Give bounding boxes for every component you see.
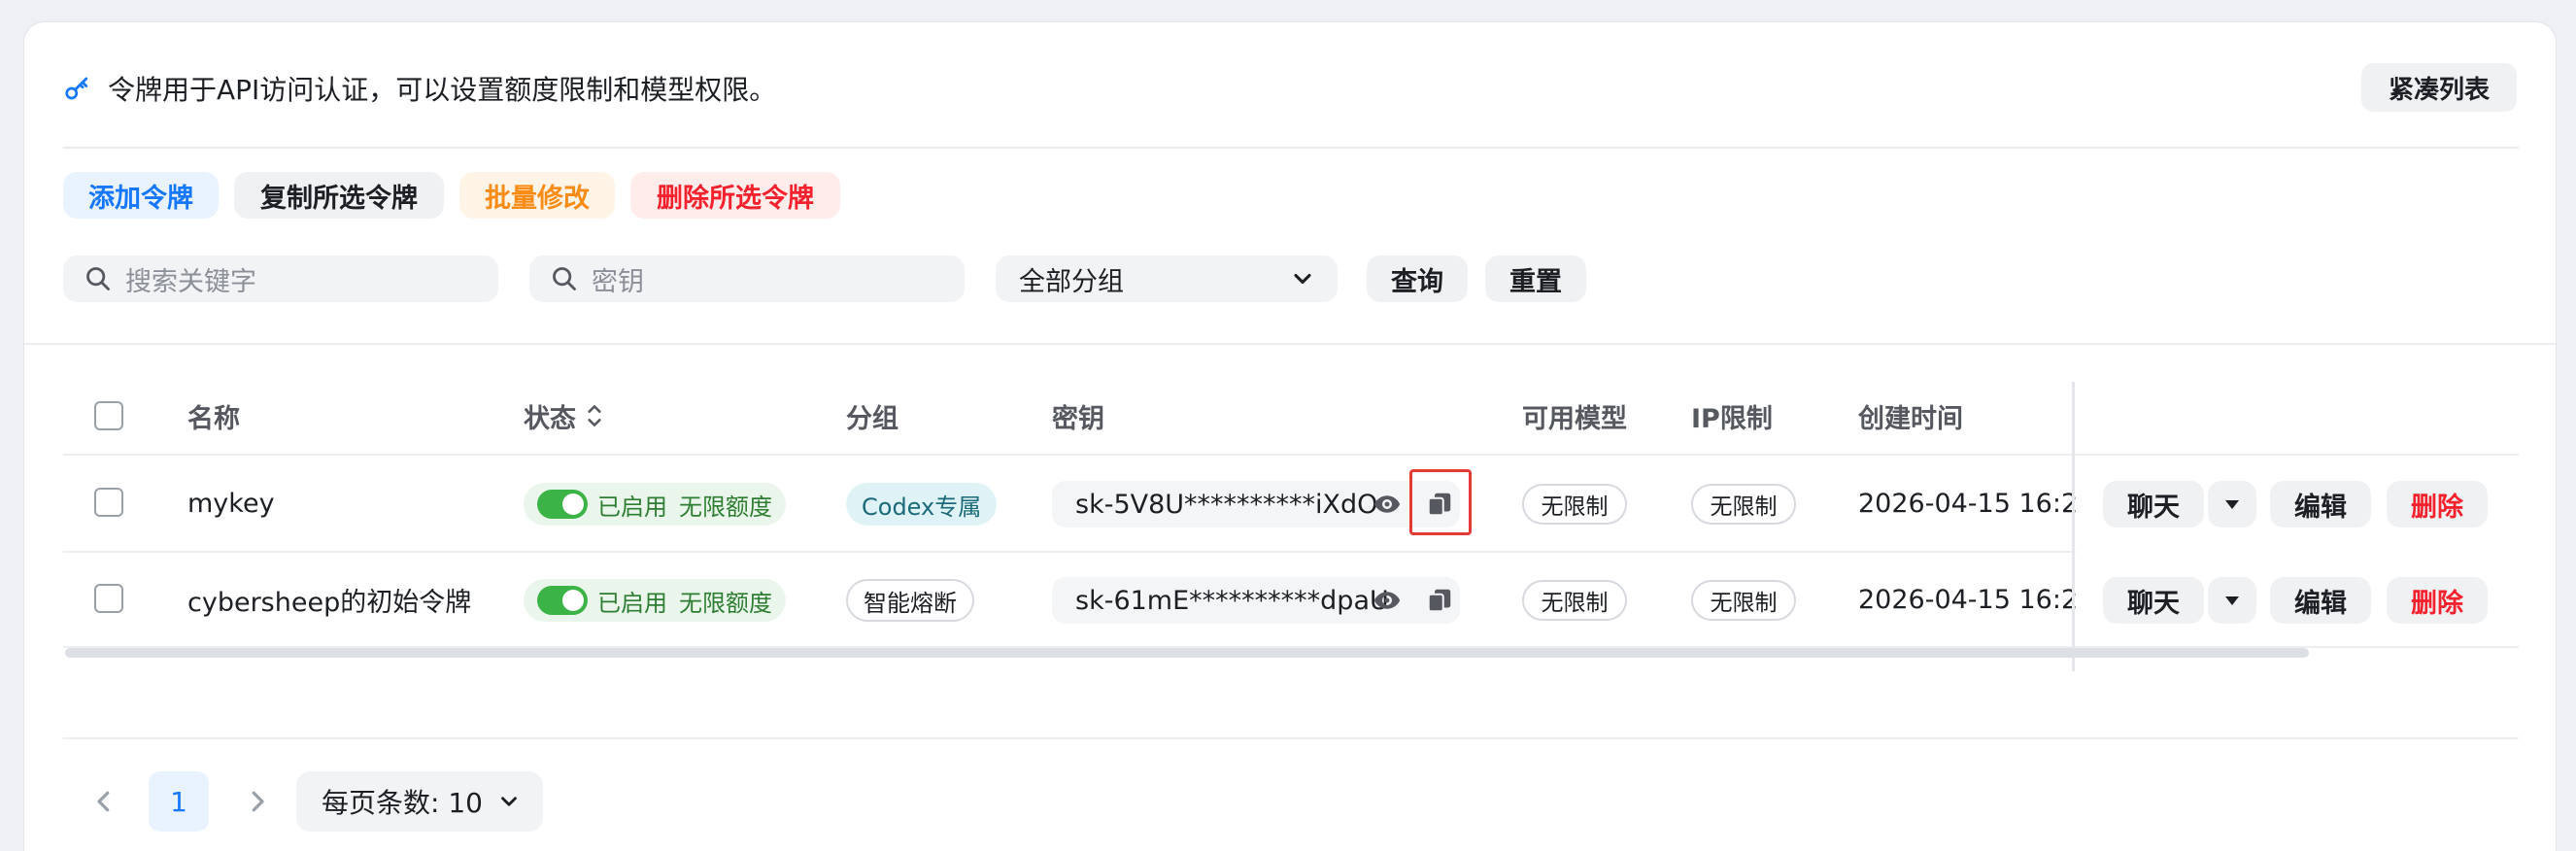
col-group: 分组 (846, 403, 898, 434)
key-field: sk-5V8U**********iXdO (1052, 469, 1472, 535)
key-value: sk-61mE**********dpaU (1075, 585, 1389, 616)
select-all-checkbox[interactable] (94, 401, 123, 430)
status-badge: 已启用 无限额度 (524, 483, 786, 526)
status-text: 已启用 (597, 589, 667, 617)
copy-icon[interactable] (1425, 490, 1454, 519)
token-name: cybersheep的初始令牌 (187, 587, 472, 618)
delete-selected-button[interactable]: 删除所选令牌 (630, 172, 840, 219)
reset-button[interactable]: 重置 (1485, 255, 1586, 302)
next-page-button[interactable] (238, 782, 277, 821)
chat-dropdown-button[interactable] (2208, 577, 2256, 624)
header-divider (63, 147, 2519, 149)
group-tag: 智能熔断 (846, 579, 974, 622)
compact-list-button[interactable]: 紧凑列表 (2361, 63, 2517, 112)
chevron-down-icon (501, 797, 517, 806)
key-icon (65, 77, 88, 100)
chevron-left-icon (97, 791, 110, 812)
chevron-down-icon (1294, 273, 1311, 285)
key-search-input[interactable]: 密钥 (529, 255, 965, 302)
page-1-button[interactable]: 1 (149, 771, 209, 832)
status-badge: 已启用 无限额度 (524, 579, 786, 622)
row-checkbox[interactable] (94, 584, 123, 613)
add-token-button[interactable]: 添加令牌 (63, 172, 219, 219)
keyword-search-input[interactable]: 搜索关键字 (63, 255, 498, 302)
page-size-select[interactable]: 每页条数: 10 (296, 771, 543, 832)
status-text: 已启用 (597, 493, 667, 521)
chat-button[interactable]: 聊天 (2103, 577, 2204, 624)
sort-icon (588, 405, 601, 426)
col-status-label: 状态 (524, 403, 576, 434)
info-banner: 令牌用于API访问认证，可以设置额度限制和模型权限。 (63, 69, 776, 108)
delete-button[interactable]: 删除 (2387, 577, 2488, 624)
col-ip: IP限制 (1691, 403, 1773, 434)
tokens-card: 令牌用于API访问认证，可以设置额度限制和模型权限。 紧凑列表 添加令牌 复制所… (23, 21, 2557, 851)
pagination-divider (63, 737, 2519, 739)
created-time: 2026-04-15 16:22: (1858, 488, 2091, 519)
key-value: sk-5V8U**********iXdO (1075, 489, 1378, 520)
key-field: sk-61mE**********dpaU (1052, 577, 1460, 624)
row-checkbox[interactable] (94, 488, 123, 517)
edit-button[interactable]: 编辑 (2270, 577, 2371, 624)
token-name: mykey (187, 488, 275, 519)
models-tag: 无限制 (1522, 484, 1627, 525)
created-time: 2026-04-15 16:20: (1858, 584, 2091, 615)
caret-down-icon (2225, 500, 2239, 509)
models-tag: 无限制 (1522, 580, 1627, 621)
key-placeholder: 密钥 (592, 266, 644, 297)
chevron-right-icon (252, 791, 264, 812)
group-tag: Codex专属 (846, 483, 998, 526)
status-toggle[interactable] (537, 586, 588, 615)
fixed-column-divider (2072, 382, 2075, 671)
col-key: 密钥 (1052, 403, 1104, 434)
ip-tag: 无限制 (1691, 580, 1796, 621)
status-toggle[interactable] (537, 490, 588, 519)
col-name: 名称 (187, 403, 240, 434)
search-icon (553, 267, 576, 290)
group-select[interactable]: 全部分组 (996, 255, 1338, 302)
info-text: 令牌用于API访问认证，可以设置额度限制和模型权限。 (108, 74, 777, 106)
delete-button[interactable]: 删除 (2387, 481, 2488, 528)
keyword-placeholder: 搜索关键字 (125, 266, 256, 297)
eye-icon[interactable] (1373, 586, 1402, 615)
chat-dropdown-button[interactable] (2208, 481, 2256, 528)
horizontal-scrollbar[interactable] (65, 648, 2309, 658)
chat-button[interactable]: 聊天 (2103, 481, 2204, 528)
eye-icon[interactable] (1373, 490, 1402, 519)
copy-selected-button[interactable]: 复制所选令牌 (234, 172, 444, 219)
edit-button[interactable]: 编辑 (2270, 481, 2371, 528)
query-button[interactable]: 查询 (1367, 255, 1468, 302)
search-icon (86, 267, 110, 290)
quota-text: 无限额度 (679, 493, 772, 521)
group-select-value: 全部分组 (1019, 266, 1124, 297)
ip-tag: 无限制 (1691, 484, 1796, 525)
col-status[interactable]: 状态 (524, 395, 607, 436)
filter-divider (24, 343, 2556, 345)
copy-icon[interactable] (1425, 586, 1454, 615)
col-created: 创建时间 (1858, 403, 1963, 434)
quota-text: 无限额度 (679, 589, 772, 617)
page-size-value: 每页条数: 10 (322, 787, 483, 819)
prev-page-button[interactable] (85, 782, 123, 821)
col-models: 可用模型 (1522, 403, 1627, 434)
batch-edit-button[interactable]: 批量修改 (459, 172, 615, 219)
caret-down-icon (2225, 596, 2239, 605)
